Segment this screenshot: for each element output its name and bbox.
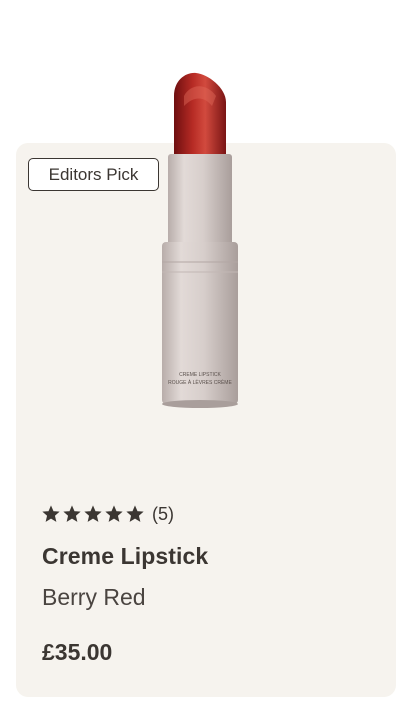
- star-icon: [42, 505, 60, 522]
- product-variant: Berry Red: [42, 584, 146, 610]
- star-icon: [105, 505, 123, 522]
- star-icon: [84, 505, 102, 522]
- lipstick-image[interactable]: CREME LIPSTICK ROUGE À LÈVRES CRÈME: [150, 66, 250, 412]
- tube-text-line2: ROUGE À LÈVRES CRÈME: [168, 379, 232, 386]
- product-page: Editors Pick CREME LIPSTICK ROUGE À LÈVR…: [0, 0, 411, 712]
- product-rating[interactable]: (5): [42, 502, 174, 526]
- rating-count: (5): [152, 504, 174, 524]
- product-price: £35.00: [42, 639, 113, 665]
- editors-pick-badge: Editors Pick: [28, 158, 159, 191]
- tube-text-line1: CREME LIPSTICK: [179, 372, 221, 378]
- lipstick-bullet: [174, 72, 226, 156]
- product-name[interactable]: Creme Lipstick: [42, 540, 208, 572]
- rating-stars: [42, 505, 144, 523]
- star-icon: [126, 505, 144, 522]
- star-icon: [63, 505, 81, 522]
